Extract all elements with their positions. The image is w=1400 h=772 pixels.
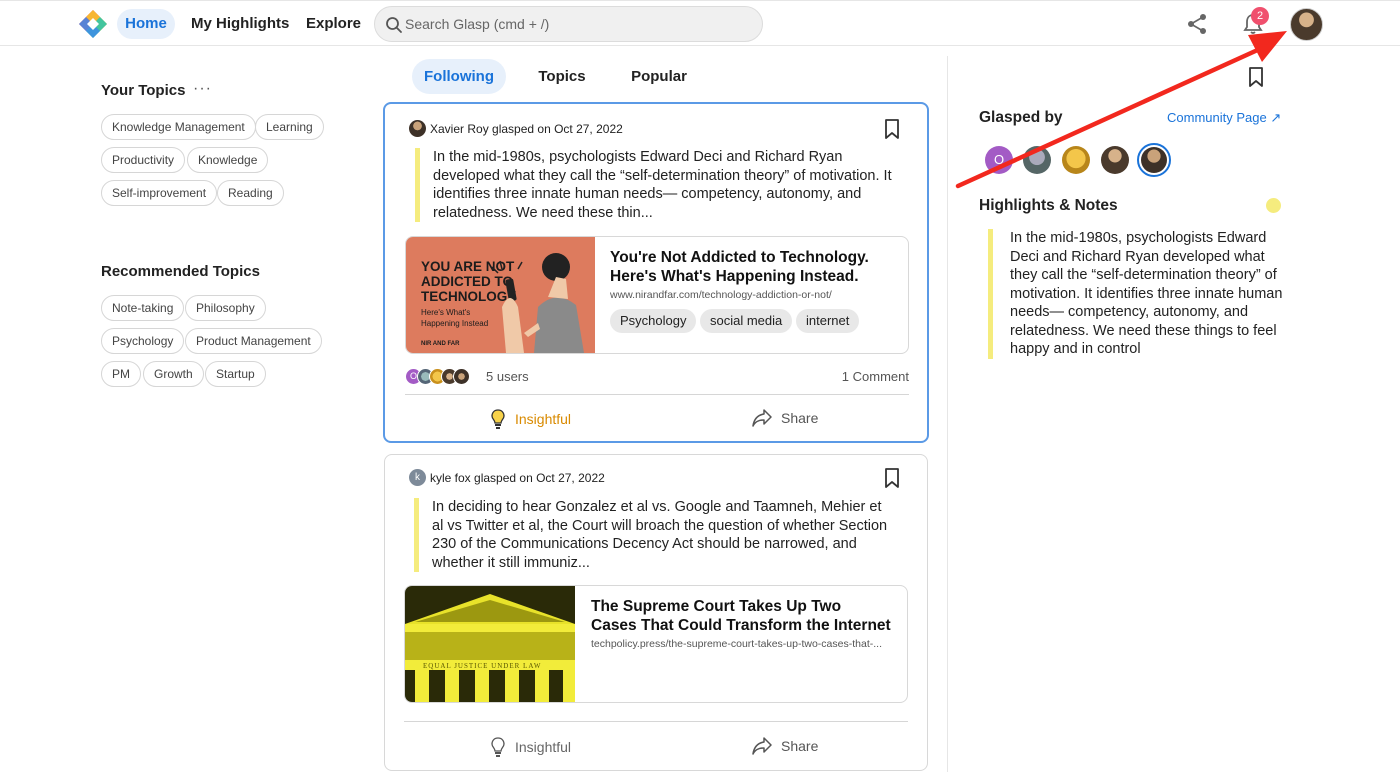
glasper-avatar[interactable] bbox=[1062, 146, 1090, 174]
glasp-logo-icon[interactable] bbox=[78, 9, 108, 39]
glasper-avatar[interactable] bbox=[1023, 146, 1051, 174]
highlight-quote[interactable]: In deciding to hear Gonzalez et al vs. G… bbox=[414, 498, 892, 572]
tab-popular[interactable]: Popular bbox=[622, 59, 696, 94]
bookmark-icon[interactable] bbox=[1247, 66, 1265, 88]
highlight-note[interactable]: In the mid-1980s, psychologists Edward D… bbox=[988, 229, 1284, 359]
glasped-date: glasped on Oct 27, 2022 bbox=[492, 121, 623, 136]
article-tag[interactable]: Psychology bbox=[610, 309, 697, 333]
article-url: www.nirandfar.com/technology-addiction-o… bbox=[610, 289, 832, 301]
article-tag[interactable]: internet bbox=[796, 309, 860, 333]
link-preview-card[interactable]: YOU ARE NOT ADDICTED TO TECHNOLOGY Here'… bbox=[405, 236, 909, 354]
topic-chip[interactable]: Learning bbox=[255, 114, 324, 140]
card-divider bbox=[404, 721, 908, 722]
recommended-chip[interactable]: Growth bbox=[143, 361, 204, 387]
user-avatar[interactable] bbox=[1290, 8, 1323, 41]
recommended-chip[interactable]: Philosophy bbox=[185, 295, 266, 321]
thumb-line: TECHNOLOGY bbox=[421, 289, 516, 304]
highlight-color-dot[interactable] bbox=[1266, 198, 1281, 213]
share-arrow-icon bbox=[752, 409, 772, 427]
topic-chip[interactable]: Knowledge Management bbox=[101, 114, 256, 140]
thumb-sub: Here's What's bbox=[421, 308, 470, 317]
article-tag[interactable]: social media bbox=[700, 309, 793, 333]
thumb-line: ADDICTED TO bbox=[421, 274, 513, 289]
recommended-chip[interactable]: Note-taking bbox=[101, 295, 185, 321]
recommended-topics-title: Recommended Topics bbox=[101, 263, 260, 280]
card-meta: Xavier Roy glasped on Oct 27, 2022 bbox=[409, 120, 623, 137]
article-url: techpolicy.press/the-supreme-court-takes… bbox=[591, 638, 882, 650]
recommended-chip[interactable]: PM bbox=[101, 361, 141, 387]
recommended-chip[interactable]: Product Management bbox=[185, 328, 322, 354]
search-input[interactable] bbox=[405, 7, 745, 41]
feed-card[interactable]: k kyle fox glasped on Oct 27, 2022 In de… bbox=[384, 454, 928, 771]
topic-chip[interactable]: Productivity bbox=[101, 147, 186, 173]
nav-my-highlights[interactable]: My Highlights bbox=[191, 9, 289, 39]
user-avatar[interactable]: k bbox=[409, 469, 426, 486]
your-topics-title: Your Topics bbox=[101, 82, 186, 99]
share-button[interactable]: Share bbox=[751, 736, 818, 756]
glasper-avatar-selected[interactable] bbox=[1137, 143, 1171, 177]
share-icon[interactable] bbox=[1186, 13, 1208, 35]
topic-chip[interactable]: Knowledge bbox=[187, 147, 269, 173]
top-nav-bar: Home My Highlights Explore 2 bbox=[0, 0, 1400, 46]
more-options-icon[interactable]: ··· bbox=[193, 80, 212, 98]
insightful-button[interactable]: Insightful bbox=[489, 736, 571, 758]
feed-card[interactable]: Xavier Roy glasped on Oct 27, 2022 In th… bbox=[383, 102, 929, 443]
lightbulb-icon bbox=[491, 409, 505, 429]
article-title[interactable]: You're Not Addicted to Technology. Here'… bbox=[610, 249, 900, 286]
insightful-button[interactable]: Insightful bbox=[489, 408, 571, 430]
recommended-chip[interactable]: Psychology bbox=[101, 328, 185, 354]
highlights-notes-title: Highlights & Notes bbox=[979, 197, 1118, 214]
nav-explore[interactable]: Explore bbox=[306, 9, 361, 39]
article-thumbnail: EQUAL JUSTICE UNDER LAW bbox=[405, 586, 575, 702]
panel-divider bbox=[947, 56, 948, 772]
glasped-by-title: Glasped by bbox=[979, 109, 1063, 126]
nav-home[interactable]: Home bbox=[117, 9, 175, 39]
search-bar[interactable] bbox=[374, 6, 763, 42]
share-arrow-icon bbox=[752, 737, 772, 755]
comment-count[interactable]: 1 Comment bbox=[842, 369, 909, 384]
share-label: Share bbox=[781, 410, 819, 426]
glasped-users-row[interactable]: O 5 users 1 Comment bbox=[405, 367, 909, 387]
link-preview-card[interactable]: EQUAL JUSTICE UNDER LAW The Supreme Cour… bbox=[404, 585, 908, 703]
user-name[interactable]: kyle fox bbox=[430, 471, 471, 485]
thumb-brand: NIR AND FAR bbox=[421, 341, 460, 347]
tab-topics[interactable]: Topics bbox=[528, 59, 596, 94]
community-page-link[interactable]: Community Page ↗ bbox=[1167, 110, 1281, 126]
users-count[interactable]: 5 users bbox=[486, 369, 529, 384]
user-name[interactable]: Xavier Roy bbox=[430, 122, 489, 136]
search-icon bbox=[386, 17, 402, 33]
card-divider bbox=[405, 394, 909, 395]
topic-chip[interactable]: Self-improvement bbox=[101, 180, 218, 206]
notification-badge: 2 bbox=[1251, 7, 1269, 25]
lightbulb-icon bbox=[491, 737, 505, 757]
glasper-avatar[interactable] bbox=[1101, 146, 1129, 174]
article-thumbnail: YOU ARE NOT ADDICTED TO TECHNOLOGY Here'… bbox=[406, 237, 595, 353]
glasper-avatar bbox=[453, 368, 470, 385]
share-button[interactable]: Share bbox=[751, 408, 818, 428]
topic-chip[interactable]: Reading bbox=[217, 180, 284, 206]
thumb-inscription: EQUAL JUSTICE UNDER LAW bbox=[423, 662, 541, 670]
glasped-date: glasped on Oct 27, 2022 bbox=[474, 470, 605, 485]
card-meta: k kyle fox glasped on Oct 27, 2022 bbox=[409, 469, 605, 486]
thumb-sub: Happening Instead bbox=[421, 319, 488, 328]
insightful-label: Insightful bbox=[515, 411, 572, 427]
bookmark-icon[interactable] bbox=[883, 118, 901, 140]
recommended-chip[interactable]: Startup bbox=[205, 361, 266, 387]
insightful-label: Insightful bbox=[515, 739, 572, 755]
share-label: Share bbox=[781, 738, 819, 754]
tab-following[interactable]: Following bbox=[412, 59, 506, 94]
highlight-quote[interactable]: In the mid-1980s, psychologists Edward D… bbox=[415, 148, 893, 222]
bookmark-icon[interactable] bbox=[883, 467, 901, 489]
article-title[interactable]: The Supreme Court Takes Up Two Cases Tha… bbox=[591, 598, 891, 635]
user-avatar[interactable] bbox=[409, 120, 426, 137]
glasper-avatar[interactable]: O bbox=[985, 146, 1013, 174]
